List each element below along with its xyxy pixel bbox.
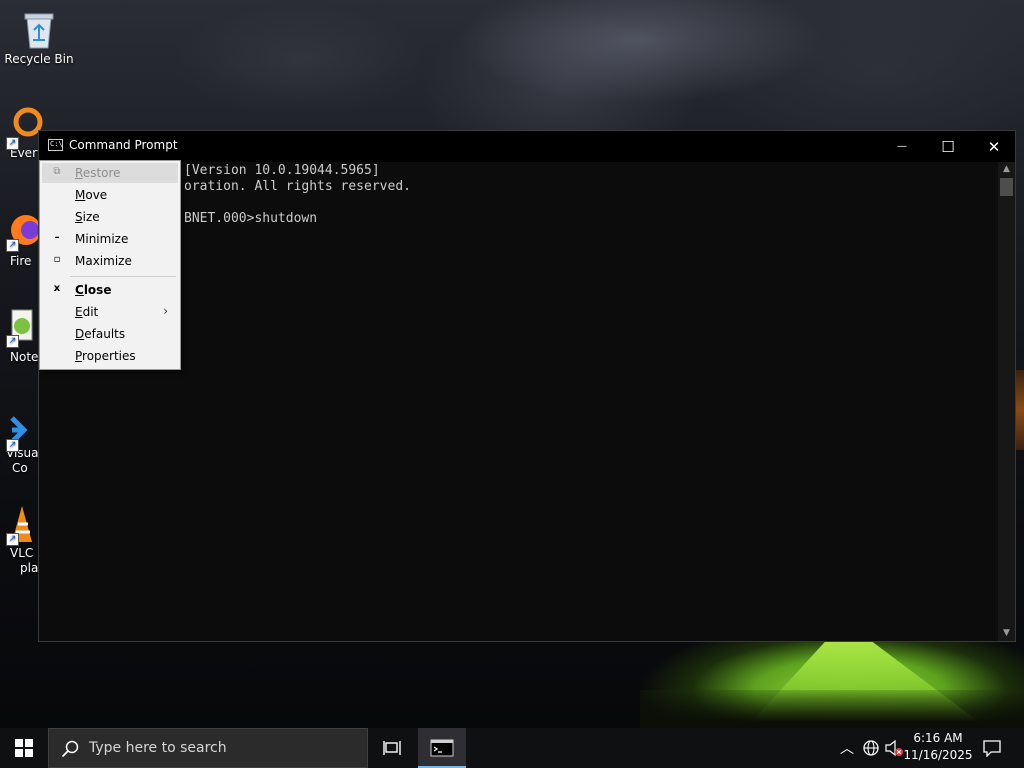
clock-time: 6:16 AM	[913, 731, 963, 745]
recycle-bin-icon	[19, 8, 59, 49]
menu-item-restore[interactable]: ⧉ Restore	[42, 163, 178, 183]
menu-item-defaults[interactable]: Defaults	[42, 324, 178, 344]
console-line: [Version 10.0.19044.5965]	[184, 163, 380, 178]
window-title: Command Prompt	[69, 138, 178, 152]
start-button[interactable]	[0, 728, 48, 768]
chevron-right-icon: ›	[163, 304, 168, 318]
chevron-up-icon: ︿	[840, 741, 854, 757]
shortcut-arrow-icon: ↗	[6, 137, 19, 150]
cmd-app-icon	[430, 739, 454, 757]
menu-item-properties[interactable]: Properties	[42, 346, 178, 366]
window-titlebar[interactable]: C:\ Command Prompt — ☐ ✕	[39, 131, 1015, 162]
shortcut-arrow-icon: ↗	[6, 533, 19, 546]
show-hidden-icons-button[interactable]: ︿	[836, 728, 858, 768]
desktop-icon-label: Recycle Bin	[4, 52, 74, 66]
close-button[interactable]: ✕	[971, 131, 1017, 162]
shortcut-arrow-icon: ↗	[6, 239, 19, 252]
action-center-button[interactable]	[976, 728, 1008, 768]
globe-network-icon	[863, 740, 879, 756]
maximize-button[interactable]: ☐	[925, 131, 971, 162]
command-prompt-window[interactable]: C:\ Command Prompt — ☐ ✕ [Version 10.0.1…	[38, 130, 1016, 642]
scrollbar-thumb[interactable]	[1000, 178, 1013, 196]
windows-logo-icon	[15, 739, 33, 757]
console-line: BNET.000>shutdown	[184, 211, 318, 226]
taskbar-command-prompt-button[interactable]	[418, 728, 466, 768]
cmd-app-icon[interactable]: C:\	[48, 139, 63, 151]
clock-date: 11/16/2025	[903, 748, 973, 762]
menu-item-close[interactable]: x Close	[42, 280, 178, 300]
desktop-icon-recycle-bin[interactable]: Recycle Bin	[0, 8, 78, 67]
shortcut-arrow-icon: ↗	[6, 335, 19, 348]
taskbar: Type here to search ︿ 6:16 AM 11/16/2025	[0, 728, 1024, 768]
menu-item-maximize[interactable]: ▫ Maximize	[42, 251, 178, 271]
vertical-scrollbar[interactable]: ▲ ▼	[998, 162, 1015, 641]
search-placeholder: Type here to search	[89, 740, 227, 756]
wallpaper-edge	[1016, 370, 1024, 450]
network-button[interactable]	[860, 728, 882, 768]
close-icon: x	[53, 283, 61, 294]
maximize-icon: ☐	[941, 137, 955, 156]
console-line: oration. All rights reserved.	[184, 179, 411, 194]
menu-item-edit[interactable]: Edit ›	[42, 302, 178, 322]
window-system-menu[interactable]: ⧉ Restore Move Size – Minimize ▫ Maximiz…	[39, 160, 181, 370]
minimize-icon: –	[54, 232, 60, 243]
close-icon: ✕	[987, 137, 1001, 156]
console-output[interactable]: [Version 10.0.19044.5965] oration. All r…	[39, 162, 999, 641]
system-clock[interactable]: 6:16 AM 11/16/2025	[902, 730, 974, 766]
minimize-button[interactable]: —	[879, 131, 925, 162]
scroll-down-icon[interactable]: ▼	[1001, 628, 1012, 639]
task-view-icon	[383, 741, 401, 755]
task-view-button[interactable]	[370, 728, 416, 768]
menu-item-minimize[interactable]: – Minimize	[42, 229, 178, 249]
menu-separator	[70, 276, 176, 277]
taskbar-search-box[interactable]: Type here to search	[48, 728, 368, 768]
scroll-up-icon[interactable]: ▲	[1001, 164, 1012, 175]
speaker-muted-icon	[885, 739, 903, 757]
restore-icon: ⧉	[53, 166, 61, 177]
maximize-icon: ▫	[53, 254, 61, 265]
wallpaper-grass	[640, 690, 1024, 728]
search-icon	[61, 740, 79, 758]
menu-item-size[interactable]: Size	[42, 207, 178, 227]
menu-item-move[interactable]: Move	[42, 185, 178, 205]
notification-icon	[983, 740, 1001, 757]
shortcut-arrow-icon: ↗	[6, 439, 19, 452]
minimize-icon: —	[897, 141, 907, 152]
